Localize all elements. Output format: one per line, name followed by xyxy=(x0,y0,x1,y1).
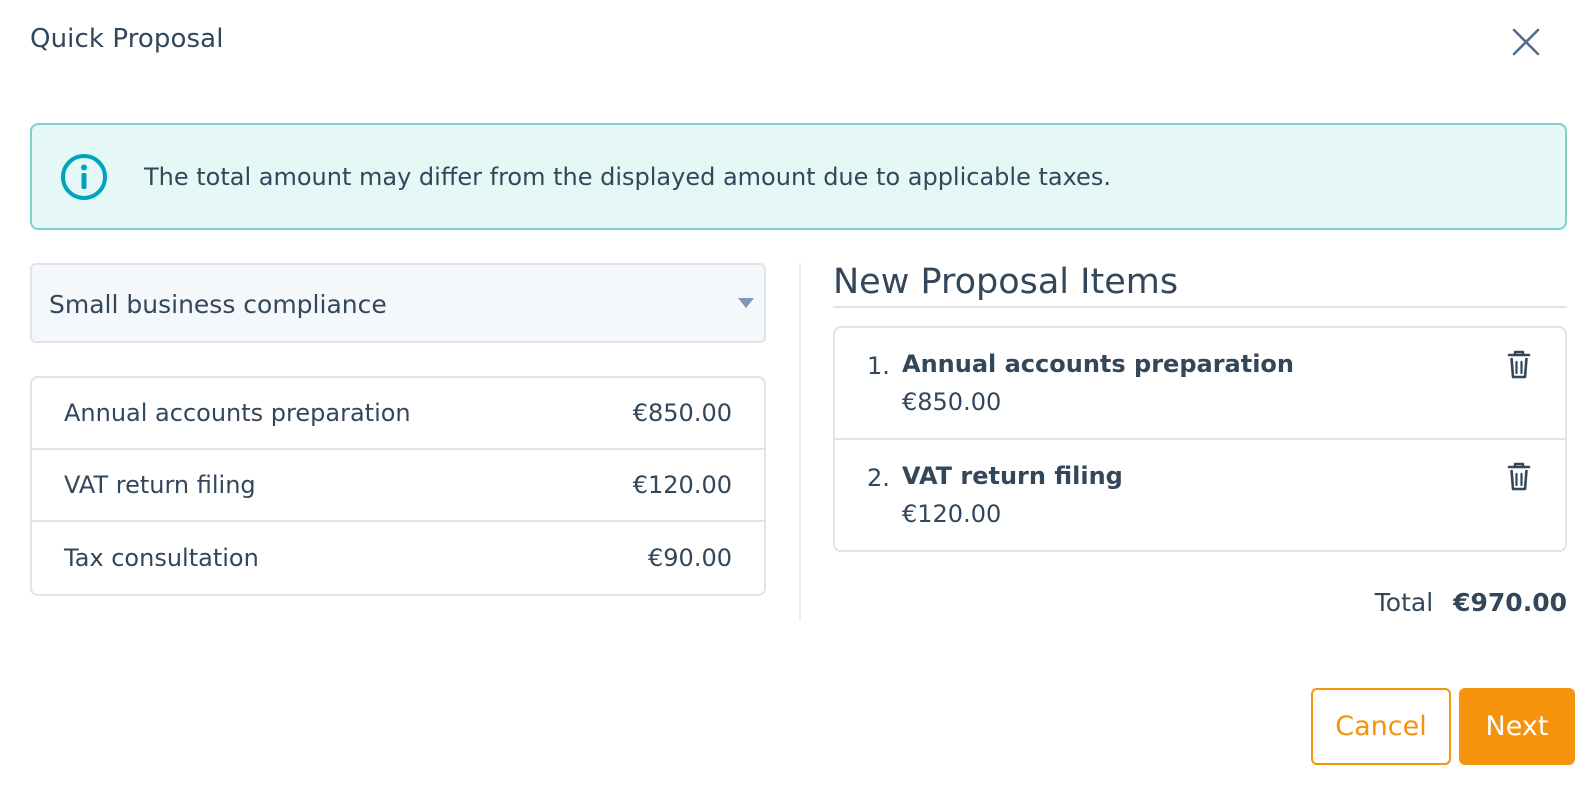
close-button[interactable] xyxy=(1506,22,1546,62)
proposal-items-heading: New Proposal Items xyxy=(833,262,1179,302)
proposal-item-number: 1. xyxy=(867,352,890,380)
tax-info-alert: The total amount may differ from the dis… xyxy=(30,123,1567,230)
catalog-item-name: Tax consultation xyxy=(64,544,259,572)
trash-icon xyxy=(1507,350,1531,379)
close-icon xyxy=(1512,28,1540,56)
package-select[interactable]: Small business compliance xyxy=(30,263,766,343)
proposal-items-list: 1. Annual accounts preparation €850.00 2… xyxy=(833,326,1567,552)
catalog-item-vat-return[interactable]: VAT return filing €120.00 xyxy=(32,450,764,522)
proposal-item-name: VAT return filing xyxy=(902,462,1123,490)
catalog-item-price: €120.00 xyxy=(632,471,732,499)
catalog-item-price: €850.00 xyxy=(632,399,732,427)
quick-proposal-dialog: Quick Proposal The total amount may diff… xyxy=(0,0,1596,794)
cancel-button[interactable]: Cancel xyxy=(1311,688,1451,765)
proposal-item: 2. VAT return filing €120.00 xyxy=(835,440,1565,550)
proposal-item: 1. Annual accounts preparation €850.00 xyxy=(835,328,1565,440)
chevron-down-icon xyxy=(738,298,754,308)
total-label: Total xyxy=(1374,588,1434,617)
service-catalog-list: Annual accounts preparation €850.00 VAT … xyxy=(30,376,766,596)
trash-icon xyxy=(1507,462,1531,491)
proposal-item-price: €850.00 xyxy=(902,388,1002,416)
heading-divider xyxy=(833,306,1567,308)
catalog-item-name: VAT return filing xyxy=(64,471,256,499)
proposal-item-price: €120.00 xyxy=(902,500,1002,528)
catalog-item-price: €90.00 xyxy=(648,544,732,572)
next-button[interactable]: Next xyxy=(1459,688,1575,765)
remove-item-button[interactable] xyxy=(1503,460,1535,494)
column-divider xyxy=(799,263,801,621)
package-select-value: Small business compliance xyxy=(49,290,387,319)
alert-message: The total amount may differ from the dis… xyxy=(144,163,1111,191)
dialog-title: Quick Proposal xyxy=(30,24,224,54)
catalog-item-name: Annual accounts preparation xyxy=(64,399,411,427)
remove-item-button[interactable] xyxy=(1503,348,1535,382)
proposal-item-number: 2. xyxy=(867,464,890,492)
catalog-item-annual-accounts[interactable]: Annual accounts preparation €850.00 xyxy=(32,378,764,450)
proposal-item-name: Annual accounts preparation xyxy=(902,350,1295,378)
info-icon xyxy=(61,154,107,200)
proposal-total: Total €970.00 xyxy=(1375,588,1567,617)
total-value: €970.00 xyxy=(1453,588,1567,617)
catalog-item-tax-consultation[interactable]: Tax consultation €90.00 xyxy=(32,522,764,594)
